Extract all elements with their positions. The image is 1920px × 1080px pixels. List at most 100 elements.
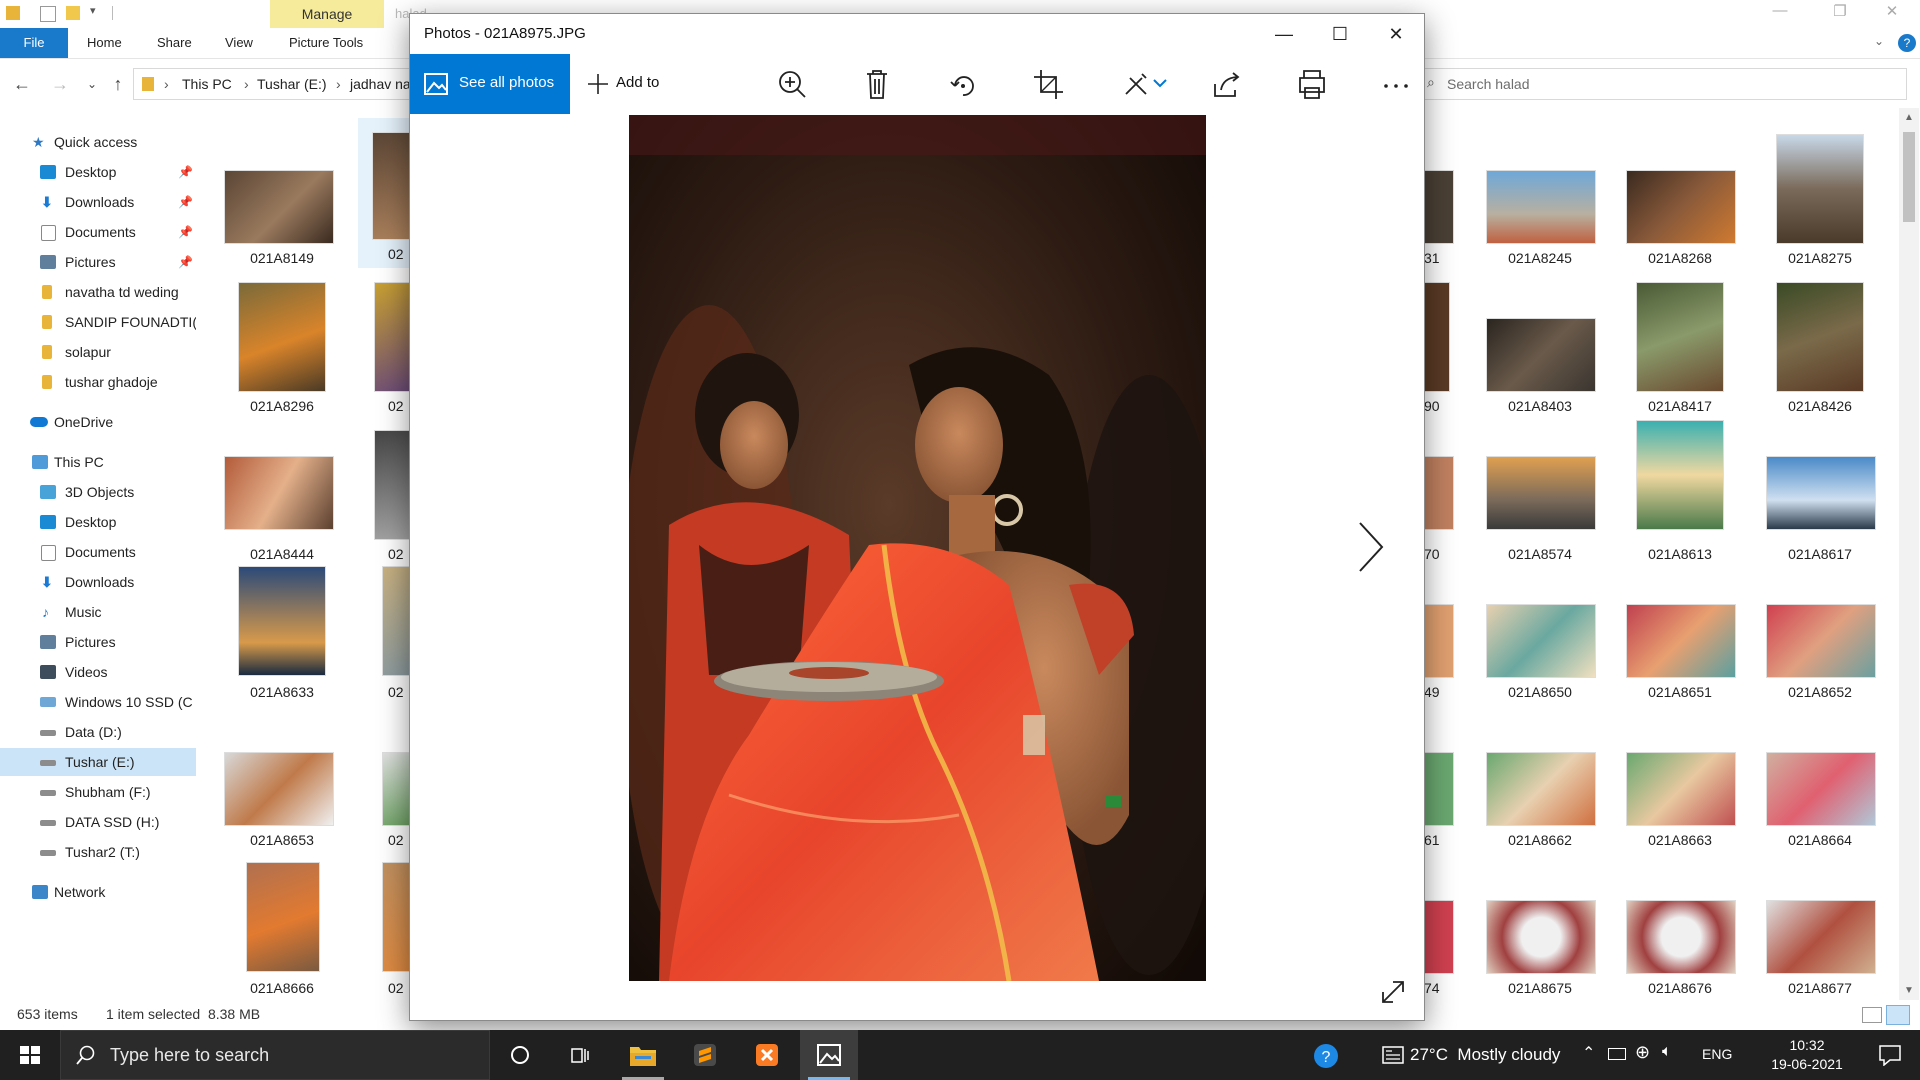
- customize-qat-icon[interactable]: ▾: [90, 4, 96, 17]
- input-language[interactable]: ENG: [1702, 1046, 1732, 1062]
- back-arrow-icon[interactable]: ←: [10, 72, 34, 96]
- photos-maximize-icon[interactable]: ☐: [1312, 14, 1368, 54]
- zoom-icon[interactable]: [770, 64, 814, 104]
- file-thumbnail[interactable]: 021A8651: [1610, 566, 1750, 712]
- file-thumbnail[interactable]: 61: [1424, 714, 1456, 860]
- vertical-scrollbar[interactable]: ▲ ▼: [1899, 108, 1919, 1000]
- file-thumbnail[interactable]: 021A8662: [1470, 714, 1610, 860]
- nav-pictures[interactable]: Pictures 📌: [0, 248, 196, 276]
- file-thumbnail[interactable]: 02: [358, 566, 416, 712]
- explorer-minimize-icon[interactable]: —: [1760, 2, 1800, 19]
- notifications-icon[interactable]: [1878, 1044, 1902, 1066]
- folder-icon[interactable]: [6, 6, 20, 20]
- nav-drive-e[interactable]: Tushar (E:): [0, 748, 196, 776]
- explorer-close-icon[interactable]: ✕: [1872, 2, 1912, 20]
- file-thumbnail[interactable]: 021A8666: [212, 862, 352, 1008]
- nav-documents[interactable]: Documents 📌: [0, 218, 196, 246]
- help-icon[interactable]: ?: [1898, 34, 1916, 52]
- file-thumbnail[interactable]: 021A8617: [1750, 418, 1890, 564]
- file-thumbnail[interactable]: 02: [358, 714, 416, 860]
- file-thumbnail[interactable]: 74: [1424, 862, 1456, 1008]
- breadcrumb-drive[interactable]: Tushar (E:): [257, 76, 327, 92]
- file-thumbnail[interactable]: 021A8444: [212, 418, 352, 564]
- nav-folder[interactable]: solapur: [0, 338, 196, 366]
- file-thumbnail[interactable]: 021A8296: [212, 270, 352, 416]
- file-thumbnail[interactable]: 021A8574: [1470, 418, 1610, 564]
- displayed-photo[interactable]: [629, 115, 1206, 981]
- file-thumbnail[interactable]: 02: [358, 270, 416, 416]
- scrollbar-thumb[interactable]: [1903, 132, 1915, 222]
- taskbar-sublime-text[interactable]: [676, 1030, 734, 1080]
- file-thumbnail[interactable]: 021A8426: [1750, 270, 1890, 416]
- tab-share[interactable]: Share: [157, 28, 192, 58]
- nav-drive-d[interactable]: Data (D:): [0, 718, 196, 746]
- nav-music[interactable]: ♪ Music: [0, 598, 196, 626]
- details-view-icon[interactable]: [1862, 1007, 1882, 1023]
- taskbar-file-explorer[interactable]: [614, 1030, 672, 1080]
- scroll-up-icon[interactable]: ▲: [1899, 112, 1919, 123]
- file-thumbnail[interactable]: 021A8675: [1470, 862, 1610, 1008]
- nav-this-pc[interactable]: This PC: [0, 448, 196, 476]
- next-photo-arrow-icon[interactable]: [1348, 517, 1388, 577]
- file-thumbnail[interactable]: 021A8653: [212, 714, 352, 860]
- chevron-down-icon[interactable]: [1150, 64, 1170, 104]
- pin-icon[interactable]: 📌: [178, 158, 193, 186]
- full-screen-icon[interactable]: [1377, 976, 1409, 1008]
- taskbar-clock[interactable]: 10:32 19-06-2021: [1762, 1036, 1852, 1074]
- tab-picture-tools[interactable]: Picture Tools: [289, 28, 363, 58]
- share-icon[interactable]: [1205, 64, 1249, 104]
- new-folder-icon[interactable]: [66, 6, 80, 20]
- print-icon[interactable]: [1290, 64, 1334, 104]
- explorer-restore-icon[interactable]: ❐: [1820, 2, 1860, 20]
- rotate-icon[interactable]: [941, 64, 985, 104]
- breadcrumb-folder[interactable]: jadhav na: [350, 76, 411, 92]
- file-thumbnail-selected[interactable]: 02: [358, 118, 414, 268]
- pin-icon[interactable]: 📌: [178, 218, 193, 246]
- tab-file[interactable]: File: [0, 28, 68, 58]
- taskbar-xampp[interactable]: [738, 1030, 796, 1080]
- file-thumbnail[interactable]: 021A8613: [1610, 418, 1750, 564]
- expand-ribbon-icon[interactable]: ⌄: [1874, 34, 1884, 48]
- taskbar-search-box[interactable]: Type here to search: [60, 1030, 490, 1080]
- nav-onedrive[interactable]: OneDrive: [0, 408, 196, 436]
- file-thumbnail[interactable]: 021A8677: [1750, 862, 1890, 1008]
- scroll-down-icon[interactable]: ▼: [1899, 985, 1919, 996]
- add-to-button[interactable]: Add to: [578, 54, 678, 114]
- file-thumbnail[interactable]: 021A8633: [212, 566, 352, 712]
- recent-locations-icon[interactable]: ⌄: [80, 72, 104, 96]
- nav-folder[interactable]: SANDIP FOUNADTI(: [0, 308, 196, 336]
- more-icon[interactable]: [1374, 64, 1418, 104]
- task-view-button[interactable]: [551, 1030, 609, 1080]
- file-thumbnail[interactable]: 021A8149: [212, 122, 352, 268]
- crop-icon[interactable]: [1026, 64, 1070, 104]
- file-thumbnail[interactable]: 021A8403: [1470, 270, 1610, 416]
- up-arrow-icon[interactable]: ↑: [106, 72, 130, 96]
- file-thumbnail[interactable]: 021A8664: [1750, 714, 1890, 860]
- manage-context-tab[interactable]: Manage: [270, 0, 384, 28]
- file-thumbnail[interactable]: 70: [1424, 418, 1456, 564]
- nav-quick-access[interactable]: ★ Quick access: [0, 128, 196, 156]
- file-thumbnail[interactable]: 02: [358, 418, 416, 564]
- nav-3d-objects[interactable]: 3D Objects: [0, 478, 196, 506]
- photos-minimize-icon[interactable]: —: [1256, 14, 1312, 54]
- nav-pictures[interactable]: Pictures: [0, 628, 196, 656]
- nav-desktop[interactable]: Desktop: [0, 508, 196, 536]
- nav-folder[interactable]: navatha td weding: [0, 278, 196, 306]
- delete-icon[interactable]: [855, 64, 899, 104]
- file-thumbnail[interactable]: 49: [1424, 566, 1456, 712]
- file-thumbnail[interactable]: 021A8663: [1610, 714, 1750, 860]
- file-thumbnail[interactable]: 021A8268: [1610, 122, 1750, 268]
- network-globe-icon[interactable]: ⊕: [1635, 1042, 1650, 1063]
- help-icon[interactable]: ?: [1312, 1042, 1340, 1070]
- nav-videos[interactable]: Videos: [0, 658, 196, 686]
- nav-downloads[interactable]: ⬇ Downloads: [0, 568, 196, 596]
- file-thumbnail[interactable]: 021A8275: [1750, 122, 1890, 268]
- search-input[interactable]: ⌕ Search halad: [1420, 68, 1907, 100]
- nav-folder[interactable]: tushar ghadoje: [0, 368, 196, 396]
- nav-drive-h[interactable]: DATA SSD (H:): [0, 808, 196, 836]
- file-thumbnail[interactable]: 021A8650: [1470, 566, 1610, 712]
- large-icons-view-icon[interactable]: [1886, 1005, 1910, 1025]
- news-weather-icon[interactable]: [1382, 1046, 1404, 1064]
- file-thumbnail[interactable]: 31: [1424, 122, 1456, 268]
- file-thumbnail[interactable]: 02: [358, 862, 416, 1008]
